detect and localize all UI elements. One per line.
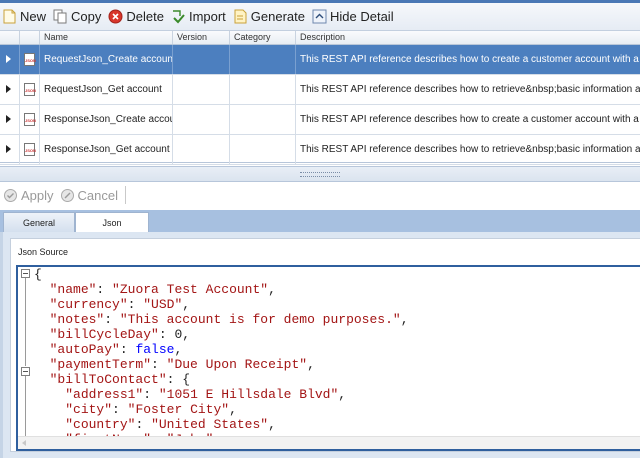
json-source-label: Json Source — [18, 247, 69, 257]
column-header-description[interactable]: Description — [296, 31, 640, 44]
row-description: This REST API reference describes how to… — [300, 84, 640, 95]
code-line: "billToContact": { — [49, 372, 191, 387]
generate-icon — [233, 9, 248, 24]
delete-icon — [108, 9, 123, 24]
action-bar: Apply Cancel — [0, 182, 640, 208]
cancel-button[interactable]: Cancel — [57, 188, 121, 203]
apply-button-label: Apply — [21, 187, 54, 203]
tab-json[interactable]: Json — [75, 212, 149, 233]
tab-general[interactable]: General — [3, 212, 75, 232]
expand-arrow-icon — [6, 85, 11, 93]
row-description: This REST API reference describes how to… — [300, 54, 640, 65]
delete-button-label: Delete — [126, 9, 164, 24]
copy-button-label: Copy — [71, 9, 102, 24]
code-line: "paymentTerm": "Due Upon Receipt", — [49, 357, 315, 372]
panel-splitter[interactable] — [0, 166, 640, 182]
row-description: This REST API reference describes how to… — [300, 114, 640, 125]
apply-button[interactable]: Apply — [0, 188, 57, 203]
expand-arrow-icon — [6, 55, 11, 63]
row-type-cell: JSON — [20, 45, 40, 74]
table-row[interactable]: JSON RequestJson_Get account This REST A… — [0, 75, 640, 105]
json-document-icon: JSON — [24, 53, 36, 66]
new-button[interactable]: New — [0, 5, 49, 29]
cancel-button-label: Cancel — [77, 187, 118, 203]
apply-check-icon — [4, 188, 17, 202]
row-name: ResponseJson_Create account — [40, 105, 173, 134]
code-line: "notes": "This account is for demo purpo… — [49, 312, 409, 327]
expand-column-header — [0, 31, 20, 44]
table-row[interactable]: JSON RequestJson_Create account This RES… — [0, 45, 640, 75]
json-document-icon: JSON — [24, 113, 36, 126]
row-expander[interactable] — [0, 45, 20, 74]
code-line: "currency": "USD", — [49, 297, 191, 312]
json-document-icon: JSON — [24, 143, 36, 156]
column-header-version[interactable]: Version — [173, 31, 230, 44]
json-source-group: Json Source { "name": "Zuora Test Accoun… — [10, 238, 640, 452]
row-version — [173, 105, 230, 134]
row-category — [230, 105, 296, 134]
json-tab-panel: Json Source { "name": "Zuora Test Accoun… — [3, 232, 640, 458]
row-expander[interactable] — [0, 105, 20, 134]
row-version — [173, 75, 230, 104]
row-name: RequestJson_Create account — [40, 45, 173, 74]
code-line: "city": "Foster City", — [65, 402, 237, 417]
code-line: { — [34, 267, 42, 282]
row-version — [173, 135, 230, 164]
row-type-cell: JSON — [20, 135, 40, 164]
json-code-area[interactable]: { "name": "Zuora Test Account", "currenc… — [18, 267, 640, 437]
collapse-up-icon — [312, 9, 327, 24]
row-description: This REST API reference describes how to… — [300, 144, 640, 155]
copy-button[interactable]: Copy — [51, 5, 104, 29]
row-category — [230, 135, 296, 164]
row-type-cell: JSON — [20, 75, 40, 104]
row-expander[interactable] — [0, 75, 20, 104]
horizontal-scrollbar[interactable] — [18, 436, 640, 449]
expand-arrow-icon — [6, 115, 11, 123]
json-source-editor[interactable]: { "name": "Zuora Test Account", "currenc… — [16, 265, 640, 451]
column-header-name[interactable]: Name — [40, 31, 173, 44]
row-type-cell: JSON — [20, 105, 40, 134]
copy-icon — [53, 9, 68, 24]
new-button-label: New — [20, 9, 47, 24]
row-name: RequestJson_Get account — [40, 75, 173, 104]
code-line: "autoPay": false, — [49, 342, 183, 357]
grid-header: Name Version Category Description — [0, 31, 640, 45]
scroll-left-arrow-icon[interactable] — [22, 440, 26, 446]
delete-button[interactable]: Delete — [106, 5, 167, 29]
import-button-label: Import — [188, 9, 226, 24]
templates-grid: Name Version Category Description JSON R… — [0, 31, 640, 165]
code-line: "billCycleDay": 0, — [49, 327, 191, 342]
splitter-grip[interactable] — [300, 172, 340, 177]
row-category — [230, 75, 296, 104]
icon-column-header — [20, 31, 40, 44]
import-button[interactable]: Import — [169, 5, 229, 29]
row-expander[interactable] — [0, 135, 20, 164]
code-line: "country": "United States", — [65, 417, 276, 432]
expand-arrow-icon — [6, 145, 11, 153]
row-version — [173, 45, 230, 74]
code-line: "name": "Zuora Test Account", — [49, 282, 276, 297]
hide-detail-button-label: Hide Detail — [330, 9, 394, 24]
fold-guide — [25, 376, 26, 437]
code-line: "address1": "1051 E Hillsdale Blvd", — [65, 387, 347, 402]
row-category — [230, 45, 296, 74]
toolbar-separator — [125, 186, 126, 204]
main-toolbar: New Copy Delete Import Generate Hide Det… — [0, 3, 640, 31]
detail-tabs: General Json — [0, 210, 640, 233]
column-header-category[interactable]: Category — [230, 31, 296, 44]
import-icon — [171, 9, 186, 24]
table-row[interactable]: JSON ResponseJson_Get account This REST … — [0, 135, 640, 165]
json-document-icon: JSON — [24, 83, 36, 96]
fold-toggle-icon[interactable] — [21, 269, 30, 278]
generate-button-label: Generate — [250, 9, 305, 24]
new-document-icon — [2, 9, 17, 24]
fold-toggle-icon[interactable] — [21, 367, 30, 376]
cancel-icon — [60, 188, 74, 202]
hide-detail-button[interactable]: Hide Detail — [310, 5, 397, 29]
table-row[interactable]: JSON ResponseJson_Create account This RE… — [0, 105, 640, 135]
fold-guide — [25, 278, 26, 366]
row-name: ResponseJson_Get account — [40, 135, 173, 164]
generate-button[interactable]: Generate — [231, 5, 308, 29]
